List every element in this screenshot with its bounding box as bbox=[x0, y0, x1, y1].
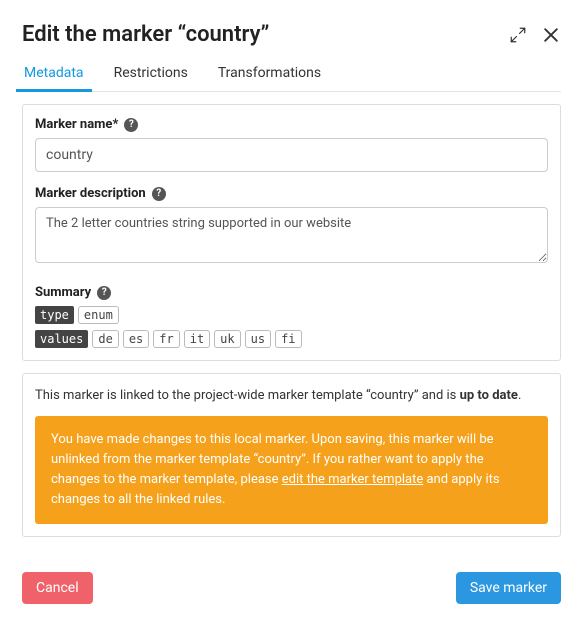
edit-marker-modal: Edit the marker “country” Metadata Restr… bbox=[0, 0, 583, 626]
summary-values-row: values deesfritukusfi bbox=[35, 330, 548, 348]
link-info-panel: This marker is linked to the project-wid… bbox=[22, 373, 561, 537]
summary-value-tag: es bbox=[123, 330, 149, 348]
marker-name-label: Marker name* ? bbox=[35, 117, 548, 132]
help-icon[interactable]: ? bbox=[152, 187, 166, 201]
help-icon[interactable]: ? bbox=[97, 286, 111, 300]
marker-desc-input[interactable]: The 2 letter countries string supported … bbox=[35, 207, 548, 263]
tab-restrictions[interactable]: Restrictions bbox=[112, 59, 190, 91]
summary-value-tag: fr bbox=[153, 330, 179, 348]
modal-title: Edit the marker “country” bbox=[22, 22, 269, 47]
summary-section: Summary ? type enum values deesfritukusf… bbox=[35, 285, 548, 348]
link-info-suffix: . bbox=[518, 388, 521, 403]
summary-type-val: enum bbox=[78, 306, 119, 324]
summary-label-text: Summary bbox=[35, 285, 91, 300]
summary-value-tag: fi bbox=[275, 330, 301, 348]
marker-name-label-text: Marker name* bbox=[35, 117, 118, 132]
link-info-text: This marker is linked to the project-wid… bbox=[35, 386, 548, 406]
header-icons bbox=[509, 25, 561, 45]
marker-name-input[interactable] bbox=[35, 138, 548, 172]
link-info-status: up to date bbox=[460, 388, 518, 403]
summary-value-tag: uk bbox=[214, 330, 240, 348]
summary-type-row: type enum bbox=[35, 306, 548, 324]
marker-desc-label: Marker description ? bbox=[35, 186, 548, 201]
summary-value-tag: it bbox=[184, 330, 210, 348]
save-button[interactable]: Save marker bbox=[456, 572, 561, 604]
tab-metadata[interactable]: Metadata bbox=[22, 59, 86, 91]
cancel-button[interactable]: Cancel bbox=[22, 572, 93, 604]
modal-header: Edit the marker “country” bbox=[22, 22, 561, 47]
edit-template-link[interactable]: edit the marker template bbox=[282, 472, 423, 487]
link-info-prefix: This marker is linked to the project-wid… bbox=[35, 388, 460, 403]
tabs: Metadata Restrictions Transformations bbox=[22, 59, 561, 92]
summary-value-tag: us bbox=[245, 330, 271, 348]
summary-label: Summary ? bbox=[35, 285, 548, 300]
summary-values-key: values bbox=[35, 330, 88, 348]
help-icon[interactable]: ? bbox=[124, 118, 138, 132]
marker-desc-label-text: Marker description bbox=[35, 186, 146, 201]
summary-value-tag: de bbox=[92, 330, 118, 348]
metadata-panel: Marker name* ? Marker description ? The … bbox=[22, 104, 561, 361]
modal-footer: Cancel Save marker bbox=[22, 560, 561, 604]
summary-type-key: type bbox=[35, 306, 74, 324]
warning-box: You have made changes to this local mark… bbox=[35, 416, 548, 525]
expand-icon[interactable] bbox=[509, 26, 527, 44]
close-icon[interactable] bbox=[541, 25, 561, 45]
tab-transformations[interactable]: Transformations bbox=[216, 59, 323, 91]
